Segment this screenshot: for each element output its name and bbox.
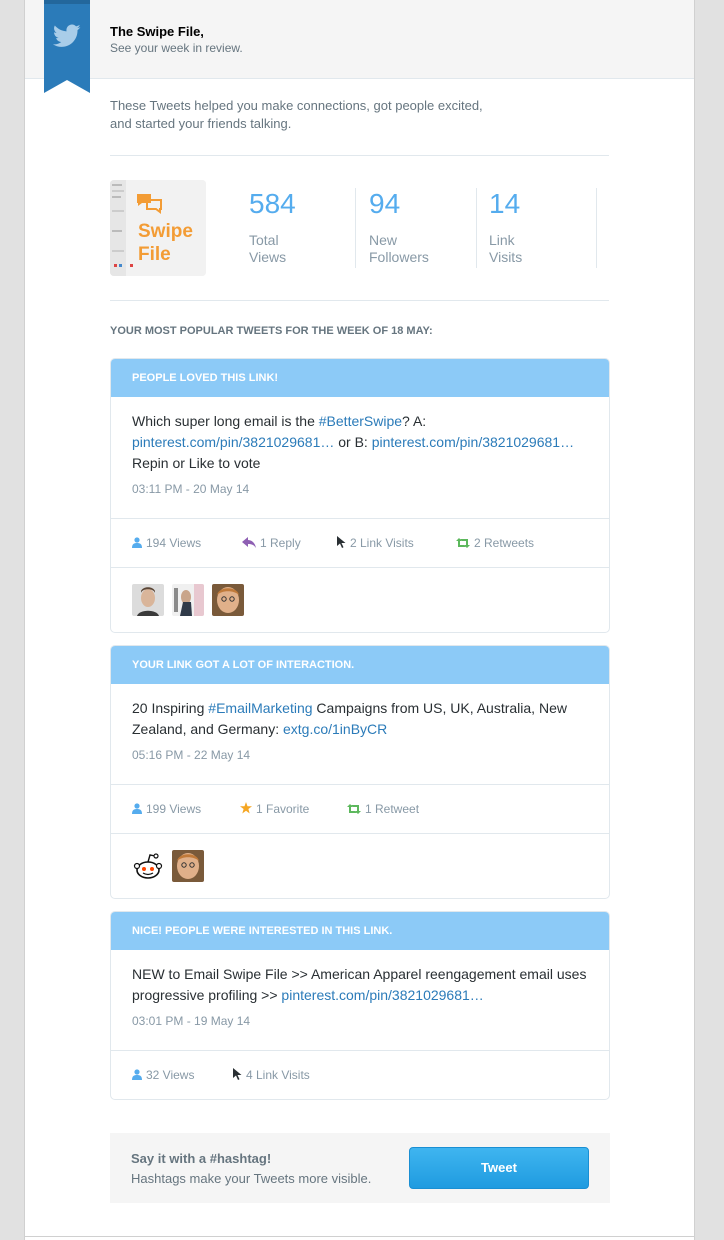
tweet-text-part: or B:: [334, 434, 372, 450]
tweet-text-part: Which super long email is the: [132, 413, 319, 429]
swipe-file-logo: Swipe File: [110, 180, 206, 276]
section-title: YOUR MOST POPULAR TWEETS FOR THE WEEK OF…: [110, 325, 433, 337]
stat-link-visits: 14 Link Visits: [489, 188, 597, 268]
person-icon: [132, 803, 142, 814]
card-header: PEOPLE LOVED THIS LINK!: [111, 359, 609, 397]
stat-new-followers: 94 New Followers: [369, 188, 477, 268]
metric-label: 2 Link Visits: [350, 536, 414, 550]
stat-label-line-2: Views: [249, 249, 287, 265]
person-icon: [132, 1069, 142, 1080]
tweet-date: 03:11 PM - 20 May 14: [132, 482, 250, 496]
metric-label: 4 Link Visits: [246, 1068, 310, 1082]
metric-views: 194 Views: [132, 536, 201, 550]
metric-label: 1 Retweet: [365, 802, 420, 816]
tweet-link[interactable]: pinterest.com/pin/3821029681…: [281, 987, 483, 1003]
card-header: YOUR LINK GOT A LOT OF INTERACTION.: [111, 646, 609, 684]
card-divider: [111, 567, 609, 568]
logo-line-1: Swipe: [138, 221, 193, 242]
cta-subtitle: Hashtags make your Tweets more visible.: [131, 1171, 372, 1186]
stat-label-line-2: Followers: [369, 249, 429, 265]
person-icon: [132, 537, 142, 548]
tweet-date: 05:16 PM - 22 May 14: [132, 748, 251, 762]
tweet-button[interactable]: Tweet: [409, 1147, 589, 1189]
stat-label-line-1: Link: [489, 232, 515, 248]
header-title: The Swipe File,: [110, 24, 204, 39]
stat-label-line-1: New: [369, 232, 398, 248]
card-divider: [111, 784, 609, 785]
tweet-date: 03:01 PM - 19 May 14: [132, 1014, 251, 1028]
cursor-icon: [337, 536, 346, 548]
avatar[interactable]: [132, 584, 164, 616]
metric-label: 199 Views: [146, 802, 202, 816]
reddit-alien-icon: [132, 850, 164, 882]
metric-label: 1 Favorite: [256, 802, 310, 816]
metric-retweets: 1 Retweet: [347, 802, 419, 816]
avatar[interactable]: [132, 850, 164, 882]
stat-label: Link Visits: [489, 232, 569, 266]
metric-favorites: 1 Favorite: [240, 802, 309, 816]
retweet-icon: [347, 804, 361, 814]
metric-views: 32 Views: [132, 1068, 194, 1082]
metric-views: 199 Views: [132, 802, 201, 816]
tweet-text: 20 Inspiring #EmailMarketing Campaigns f…: [111, 684, 609, 740]
metric-replies: 1 Reply: [242, 536, 301, 550]
retweet-icon: [456, 538, 470, 548]
metric-label: 194 Views: [146, 536, 202, 550]
metric-retweets: 2 Retweets: [456, 536, 534, 550]
card-header: NICE! PEOPLE WERE INTERESTED IN THIS LIN…: [111, 912, 609, 950]
divider: [110, 155, 609, 156]
tweet-card-2: YOUR LINK GOT A LOT OF INTERACTION. 20 I…: [110, 645, 610, 899]
tweet-link[interactable]: pinterest.com/pin/3821029681…: [372, 434, 574, 450]
stat-label: Total Views: [249, 232, 329, 266]
intro-text: These Tweets helped you make connections…: [110, 98, 483, 131]
stat-value: 584: [249, 188, 296, 219]
header-subtitle: See your week in review.: [110, 41, 243, 55]
account-thumbnail[interactable]: Swipe File: [110, 180, 206, 276]
twitter-ribbon: [44, 0, 90, 93]
tweet-text-part: Repin or Like to vote: [132, 455, 261, 471]
metric-label: 2 Retweets: [474, 536, 535, 550]
divider: [25, 1236, 694, 1237]
avatar[interactable]: [172, 850, 204, 882]
cursor-icon: [233, 1068, 242, 1080]
divider: [110, 300, 609, 301]
email-sheet: The Swipe File, See your week in review.…: [24, 0, 695, 1240]
twitter-bird-icon: [53, 24, 81, 47]
metric-link-visits: 2 Link Visits: [337, 536, 414, 550]
tweet-text-part: ? A:: [402, 413, 427, 429]
stat-label-line-2: Visits: [489, 249, 523, 265]
star-icon: [240, 802, 252, 814]
card-divider: [111, 1050, 609, 1051]
stat-value: 94: [369, 188, 401, 219]
hashtag-cta: Say it with a #hashtag! Hashtags make yo…: [110, 1133, 610, 1203]
stat-value: 14: [489, 188, 521, 219]
tweet-text-part: 20 Inspiring: [132, 700, 209, 716]
reply-icon: [242, 537, 256, 548]
tweet-card-1: PEOPLE LOVED THIS LINK! Which super long…: [110, 358, 610, 633]
tweet-link[interactable]: extg.co/1inByCR: [283, 721, 387, 737]
email-header: The Swipe File, See your week in review.: [25, 0, 694, 93]
avatar[interactable]: [212, 584, 244, 616]
tweet-text: NEW to Email Swipe File >> American Appa…: [111, 950, 609, 1006]
hashtag-link[interactable]: #EmailMarketing: [208, 700, 312, 716]
tweet-link[interactable]: pinterest.com/pin/3821029681…: [132, 434, 334, 450]
hashtag-link[interactable]: #BetterSwipe: [319, 413, 402, 429]
stat-total-views: 584 Total Views: [249, 188, 356, 268]
card-divider: [111, 518, 609, 519]
cta-title: Say it with a #hashtag!: [131, 1151, 272, 1166]
card-divider: [111, 833, 609, 834]
stat-label: New Followers: [369, 232, 449, 266]
tweet-text: Which super long email is the #BetterSwi…: [111, 397, 609, 474]
metric-label: 32 Views: [146, 1068, 195, 1082]
tweet-card-3: NICE! PEOPLE WERE INTERESTED IN THIS LIN…: [110, 911, 610, 1100]
stat-label-line-1: Total: [249, 232, 279, 248]
metric-label: 1 Reply: [260, 536, 301, 550]
logo-line-2: File: [138, 244, 171, 265]
avatar[interactable]: [172, 584, 204, 616]
metric-link-visits: 4 Link Visits: [233, 1068, 310, 1082]
